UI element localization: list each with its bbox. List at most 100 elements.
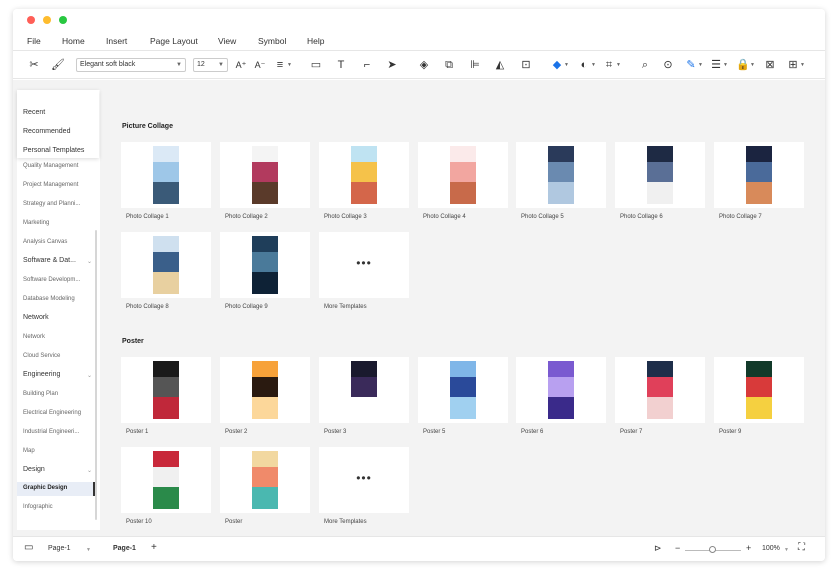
fill-icon[interactable]: ◆: [550, 58, 564, 72]
chevron-down-icon: ▼: [287, 62, 292, 68]
sidebar-item[interactable]: Map: [23, 448, 35, 454]
group-icon[interactable]: ⧉: [442, 58, 456, 72]
minimize-window-button[interactable]: [43, 16, 51, 24]
align-icon[interactable]: ≡: [273, 58, 287, 72]
find-replace-icon[interactable]: ⊙: [661, 58, 675, 72]
menu-home[interactable]: Home: [62, 36, 85, 46]
sidebar-item[interactable]: Strategy and Planni...: [23, 201, 80, 207]
template-card[interactable]: [220, 357, 310, 423]
template-card-label: Photo Collage 3: [324, 214, 367, 220]
template-card[interactable]: [319, 142, 409, 208]
sidebar-item[interactable]: Marketing: [23, 220, 49, 226]
sidebar-category[interactable]: Network: [23, 314, 49, 321]
template-card[interactable]: [319, 357, 409, 423]
sidebar-item[interactable]: Building Plan: [23, 391, 58, 397]
sidebar-category[interactable]: Engineering: [23, 371, 60, 378]
template-card[interactable]: [714, 357, 804, 423]
template-card[interactable]: [418, 142, 508, 208]
connector-icon[interactable]: ⌐: [360, 58, 374, 72]
font-size-select[interactable]: 12 ▼: [193, 58, 228, 72]
increase-font-icon[interactable]: A⁺: [234, 58, 248, 72]
page-tab[interactable]: Page-1: [113, 545, 136, 552]
template-card[interactable]: [615, 142, 705, 208]
menu-file[interactable]: File: [27, 36, 41, 46]
chevron-down-icon: ▼: [800, 62, 805, 68]
chevron-down-icon: ▼: [698, 62, 703, 68]
sidebar-item[interactable]: Electrical Engineering: [23, 410, 81, 416]
fit-icon[interactable]: ⊠: [763, 58, 777, 72]
sidebar-category[interactable]: Software & Dat...: [23, 257, 76, 264]
sidebar-item[interactable]: Project Management: [23, 182, 78, 188]
sidebar-item[interactable]: Database Modeling: [23, 296, 75, 302]
zoom-out-button[interactable]: −: [675, 543, 680, 553]
select-icon[interactable]: ➤: [385, 58, 399, 72]
frame-icon[interactable]: ⊡: [519, 58, 533, 72]
menu-view[interactable]: View: [218, 36, 236, 46]
template-card[interactable]: [516, 142, 606, 208]
layers-icon[interactable]: ◈: [417, 58, 431, 72]
template-card[interactable]: [418, 357, 508, 423]
line-style-icon[interactable]: ☰: [709, 58, 723, 72]
template-card-label: Poster 7: [620, 429, 643, 435]
play-icon[interactable]: ⊳: [654, 543, 662, 554]
template-card[interactable]: [220, 142, 310, 208]
template-card-label: Photo Collage 8: [126, 304, 169, 310]
page-select[interactable]: Page-1: [48, 545, 71, 552]
more-templates-card[interactable]: •••: [319, 447, 409, 513]
more-icon[interactable]: ⊞: [786, 58, 800, 72]
decrease-font-icon[interactable]: A⁻: [253, 58, 267, 72]
zoom-in-button[interactable]: +: [746, 543, 751, 553]
zoom-level[interactable]: 100%: [762, 545, 780, 552]
sidebar-item[interactable]: Infographic: [23, 504, 53, 510]
sidebar-item[interactable]: Industrial Engineeri...: [23, 429, 79, 435]
template-card[interactable]: [220, 447, 310, 513]
sidebar-item[interactable]: Analysis Canvas: [23, 239, 67, 245]
search-icon[interactable]: ⌕: [638, 58, 652, 72]
text-icon[interactable]: T: [334, 58, 348, 72]
template-card[interactable]: [121, 232, 211, 298]
fullscreen-icon[interactable]: ⛶: [798, 542, 805, 553]
flip-icon[interactable]: ◭: [493, 58, 507, 72]
add-page-button[interactable]: +: [151, 542, 157, 553]
shape-style-icon[interactable]: ◐: [577, 58, 591, 72]
page-layout-icon[interactable]: ▭: [24, 542, 33, 553]
sidebar-item-recent[interactable]: Recent: [23, 109, 45, 116]
maximize-window-button[interactable]: [59, 16, 67, 24]
font-size-value: 12: [197, 61, 205, 68]
template-card[interactable]: [121, 447, 211, 513]
align-left-icon[interactable]: ⊫: [468, 58, 482, 72]
sidebar-item-recommended[interactable]: Recommended: [23, 128, 70, 135]
menu-page-layout[interactable]: Page Layout: [150, 36, 198, 46]
cut-icon[interactable]: ✂: [27, 58, 41, 72]
sidebar-item[interactable]: Quality Management: [23, 163, 78, 169]
template-card-label: Poster 10: [126, 519, 152, 525]
sidebar-item[interactable]: Cloud Service: [23, 353, 60, 359]
template-card[interactable]: [714, 142, 804, 208]
template-card-label: Poster 3: [324, 429, 347, 435]
crop-icon[interactable]: ⌗: [602, 58, 616, 72]
format-painter-icon[interactable]: 🖌: [51, 58, 65, 72]
sidebar-item[interactable]: Graphic Design: [23, 485, 67, 491]
template-card-label: Photo Collage 4: [423, 214, 466, 220]
more-templates-card[interactable]: •••: [319, 232, 409, 298]
lock-icon[interactable]: 🔒: [736, 58, 750, 72]
font-family-select[interactable]: Elegant soft black ▼: [76, 58, 186, 72]
sidebar-scrollbar[interactable]: [95, 230, 97, 520]
rectangle-icon[interactable]: ▭: [309, 58, 323, 72]
sidebar-category[interactable]: Design: [23, 466, 45, 473]
template-card[interactable]: [516, 357, 606, 423]
template-card[interactable]: [121, 357, 211, 423]
template-card-label: Poster 6: [521, 429, 544, 435]
line-color-icon[interactable]: ✎: [684, 58, 698, 72]
sidebar-item[interactable]: Software Developm...: [23, 277, 80, 283]
menu-symbol[interactable]: Symbol: [258, 36, 286, 46]
template-card[interactable]: [220, 232, 310, 298]
sidebar-item-personal-templates[interactable]: Personal Templates: [23, 147, 84, 154]
sidebar-item[interactable]: Network: [23, 334, 45, 340]
menu-insert[interactable]: Insert: [106, 36, 127, 46]
zoom-slider-handle[interactable]: [709, 546, 716, 553]
template-card[interactable]: [615, 357, 705, 423]
menu-help[interactable]: Help: [307, 36, 324, 46]
template-card[interactable]: [121, 142, 211, 208]
close-window-button[interactable]: [27, 16, 35, 24]
